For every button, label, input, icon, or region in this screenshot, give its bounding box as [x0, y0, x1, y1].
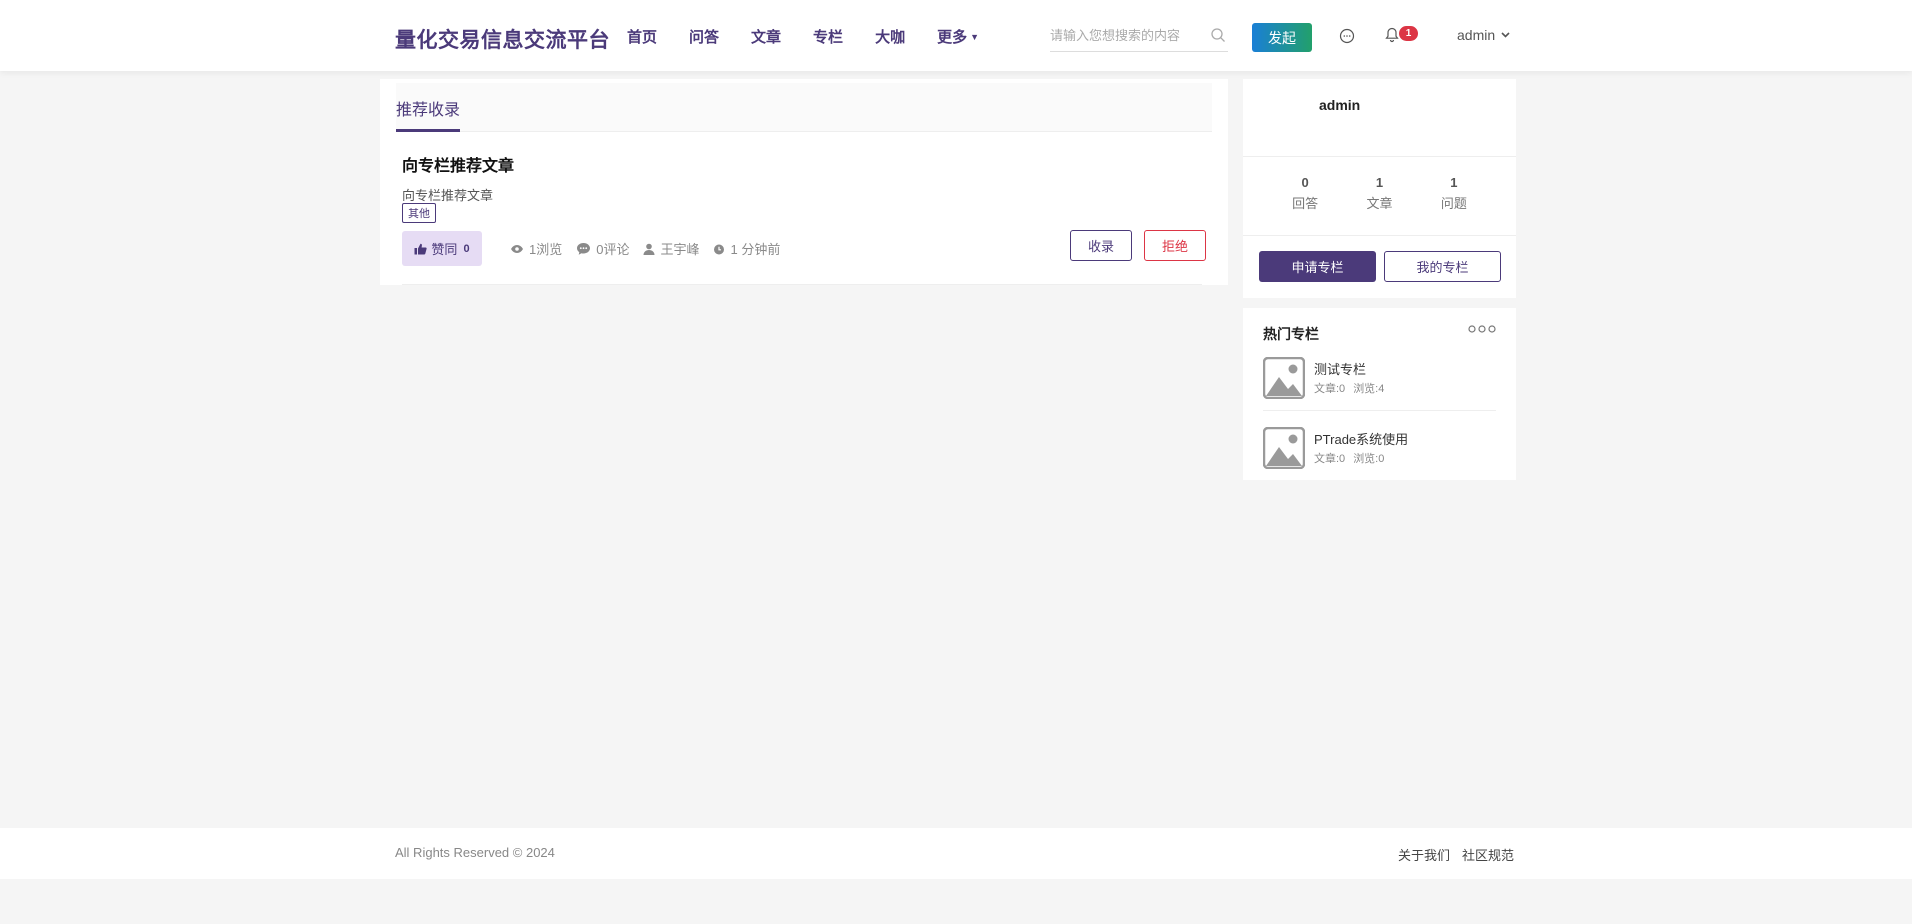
- chevron-down-icon: [1501, 32, 1510, 38]
- like-count: 0: [463, 242, 470, 255]
- image-placeholder-icon: [1263, 357, 1305, 399]
- divider: [1263, 410, 1496, 411]
- chat-icon[interactable]: [1338, 27, 1356, 45]
- footer-link-rules[interactable]: 社区规范: [1462, 845, 1514, 864]
- tabs-bar: 推荐收录: [396, 83, 1212, 132]
- article-tag[interactable]: 其他: [402, 203, 436, 223]
- footer-link-about[interactable]: 关于我们: [1398, 845, 1450, 864]
- nav-home[interactable]: 首页: [627, 26, 657, 47]
- thumbs-up-icon: [414, 243, 428, 254]
- profile-name[interactable]: admin: [1319, 97, 1360, 113]
- hot-column-articles: 文章:0: [1314, 453, 1346, 465]
- footer: All Rights Reserved © 2024 关于我们 社区规范: [0, 828, 1912, 879]
- like-label: 赞同: [431, 242, 458, 257]
- image-placeholder-icon: [1263, 427, 1305, 469]
- hot-column-articles: 文章:0: [1314, 383, 1346, 395]
- views-meta: 1浏览: [510, 239, 562, 258]
- divider: [402, 284, 1202, 285]
- hot-column-stats: 文章:0 浏览:4: [1314, 380, 1392, 396]
- article-title[interactable]: 向专栏推荐文章: [402, 152, 514, 176]
- main-nav: 首页 问答 文章 专栏 大咖 更多 ▼: [627, 26, 1011, 47]
- stat-articles-label: 文章: [1366, 196, 1393, 211]
- hot-column-views: 浏览:4: [1353, 383, 1385, 395]
- profile-stats: 0 回答 1 文章 1 问题: [1243, 175, 1516, 212]
- views-count: 1浏览: [529, 242, 563, 257]
- time-meta: 1 分钟前: [713, 239, 780, 258]
- comments-meta: 0评论: [576, 239, 629, 258]
- stat-answers-num: 0: [1301, 175, 1309, 190]
- stat-articles-num: 1: [1375, 175, 1384, 190]
- accept-button[interactable]: 收录: [1070, 230, 1132, 261]
- footer-links: 关于我们 社区规范: [1386, 845, 1514, 864]
- publish-button[interactable]: 发起: [1252, 23, 1312, 52]
- clock-icon: [714, 244, 725, 254]
- like-button[interactable]: 赞同 0: [402, 231, 482, 266]
- profile-card: admin 0 回答 1 文章 1 问题 申请专栏 我的专栏: [1243, 79, 1516, 298]
- stat-articles[interactable]: 1 文章: [1366, 175, 1392, 212]
- brand-title[interactable]: 量化交易信息交流平台: [395, 24, 610, 54]
- author-name: 王宇峰: [660, 242, 700, 257]
- hot-columns-card: 热门专栏 测试专栏 文章:0 浏览:4 PTrade系统使用 文章:0 浏览:0: [1243, 308, 1516, 480]
- hot-column-item[interactable]: PTrade系统使用 文章:0 浏览:0: [1263, 427, 1496, 485]
- more-icon[interactable]: [1468, 324, 1496, 334]
- author-meta[interactable]: 王宇峰: [643, 239, 699, 258]
- hot-column-item[interactable]: 测试专栏 文章:0 浏览:4: [1263, 357, 1496, 415]
- stat-answers[interactable]: 0 回答: [1292, 175, 1318, 212]
- stat-questions-num: 1: [1450, 175, 1458, 190]
- nav-more-label: 更多: [937, 29, 968, 46]
- stat-answers-label: 回答: [1292, 196, 1319, 211]
- my-columns-button[interactable]: 我的专栏: [1384, 251, 1501, 282]
- hot-column-stats: 文章:0 浏览:0: [1314, 450, 1392, 466]
- notification-badge: 1: [1399, 26, 1418, 41]
- comments-count: 0评论: [596, 242, 630, 257]
- nav-more[interactable]: 更多 ▼: [937, 26, 979, 47]
- hot-column-views: 浏览:0: [1353, 453, 1385, 465]
- hot-columns-title: 热门专栏: [1263, 326, 1319, 342]
- search-box: [1050, 20, 1228, 52]
- nav-qa[interactable]: 问答: [689, 26, 719, 47]
- reject-button[interactable]: 拒绝: [1144, 230, 1206, 261]
- apply-column-button[interactable]: 申请专栏: [1259, 251, 1376, 282]
- user-menu[interactable]: admin: [1457, 27, 1510, 43]
- caret-down-icon: ▼: [970, 32, 980, 42]
- time-ago: 1 分钟前: [730, 242, 781, 257]
- hot-column-name: PTrade系统使用: [1314, 432, 1409, 447]
- eye-icon: [511, 244, 523, 253]
- comment-icon: [577, 242, 591, 255]
- user-icon: [643, 243, 655, 255]
- nav-columns[interactable]: 专栏: [813, 26, 843, 47]
- nav-articles[interactable]: 文章: [751, 26, 781, 47]
- search-icon[interactable]: [1210, 27, 1226, 43]
- divider: [1243, 235, 1516, 236]
- search-input[interactable]: [1050, 28, 1200, 43]
- stat-questions-label: 问题: [1440, 196, 1467, 211]
- top-header: 量化交易信息交流平台 首页 问答 文章 专栏 大咖 更多▼ 发起 1 admin: [0, 0, 1912, 71]
- hot-column-name: 测试专栏: [1314, 362, 1367, 377]
- tab-recommend-include[interactable]: 推荐收录: [396, 83, 461, 132]
- article-meta: 1浏览 0评论 王宇峰 1 分钟前: [510, 239, 794, 258]
- nav-experts[interactable]: 大咖: [875, 26, 905, 47]
- username: admin: [1457, 27, 1496, 43]
- copyright-text: All Rights Reserved © 2024: [395, 845, 555, 860]
- divider: [1243, 156, 1516, 157]
- article-item: 向专栏推荐文章: [402, 152, 514, 176]
- stat-questions[interactable]: 1 问题: [1441, 175, 1467, 212]
- main-card: 推荐收录 向专栏推荐文章 向专栏推荐文章 其他 赞同 0 1浏览 0评论 王宇峰…: [380, 79, 1228, 285]
- article-summary: 向专栏推荐文章: [402, 188, 494, 203]
